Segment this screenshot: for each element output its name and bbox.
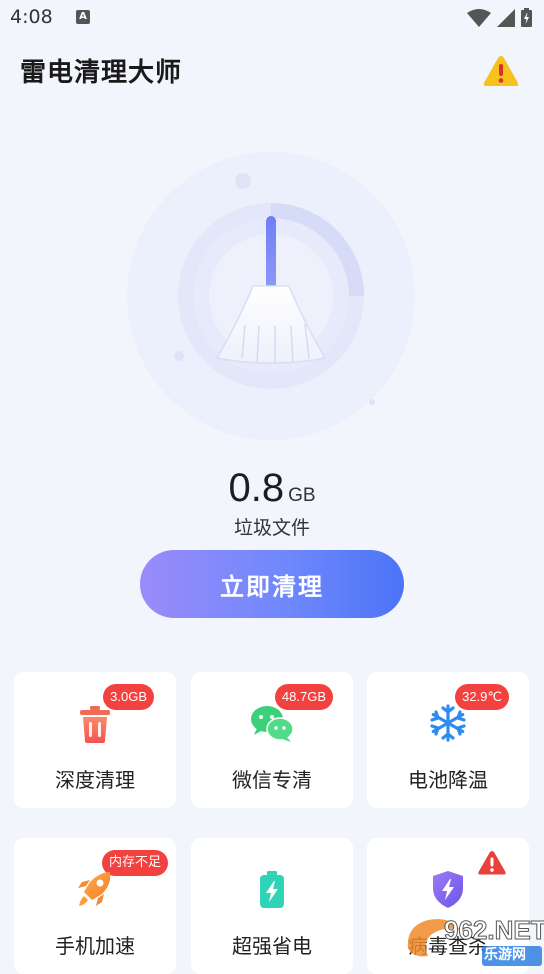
battery-bolt-icon	[260, 871, 284, 908]
tool-label: 微信专清	[232, 768, 312, 792]
junk-caption: 垃圾文件	[233, 517, 310, 539]
status-time: 4:08	[10, 6, 53, 28]
tool-label: 手机加速	[55, 934, 135, 958]
watermark-subtitle: 乐游网	[484, 947, 526, 963]
signal-icon	[497, 8, 515, 27]
shield-bolt-icon	[433, 871, 463, 908]
tool-card-phone-boost[interactable]: 内存不足 手机加速	[14, 838, 176, 974]
watermark-brand: 962.NET	[443, 915, 544, 946]
tool-card-power-save[interactable]: 超强省电	[191, 838, 353, 974]
tool-card-deep-clean[interactable]: 3.0GB 深度清理	[14, 672, 176, 808]
tool-label: 电池降温	[408, 768, 488, 792]
wechat-icon	[251, 706, 294, 742]
notification-icon: A	[76, 10, 90, 24]
app-title: 雷电清理大师	[20, 58, 183, 88]
rocket-icon	[78, 872, 111, 906]
status-bar: 4:08 A	[0, 0, 544, 36]
warning-icon	[483, 56, 519, 86]
tool-card-wechat-clean[interactable]: 48.7GB 微信专清	[191, 672, 353, 808]
snowflake-icon	[430, 704, 466, 742]
tool-card-battery-cool[interactable]: 32.9℃ 电池降温	[367, 672, 529, 808]
warning-button[interactable]	[482, 54, 520, 88]
warning-icon	[478, 851, 506, 875]
junk-size-value: 0.8	[228, 466, 285, 510]
junk-size-unit: GB	[288, 485, 316, 506]
tool-label: 深度清理	[55, 768, 135, 792]
wifi-icon	[467, 8, 491, 27]
tool-label: 超强省电	[232, 934, 312, 958]
status-icons	[467, 8, 532, 27]
clean-now-button[interactable]: 立即清理	[140, 550, 404, 618]
junk-size: 0.8 GB	[0, 466, 544, 511]
battery-icon	[521, 8, 532, 27]
cleaning-graphic	[127, 152, 415, 440]
trash-icon	[80, 706, 110, 743]
